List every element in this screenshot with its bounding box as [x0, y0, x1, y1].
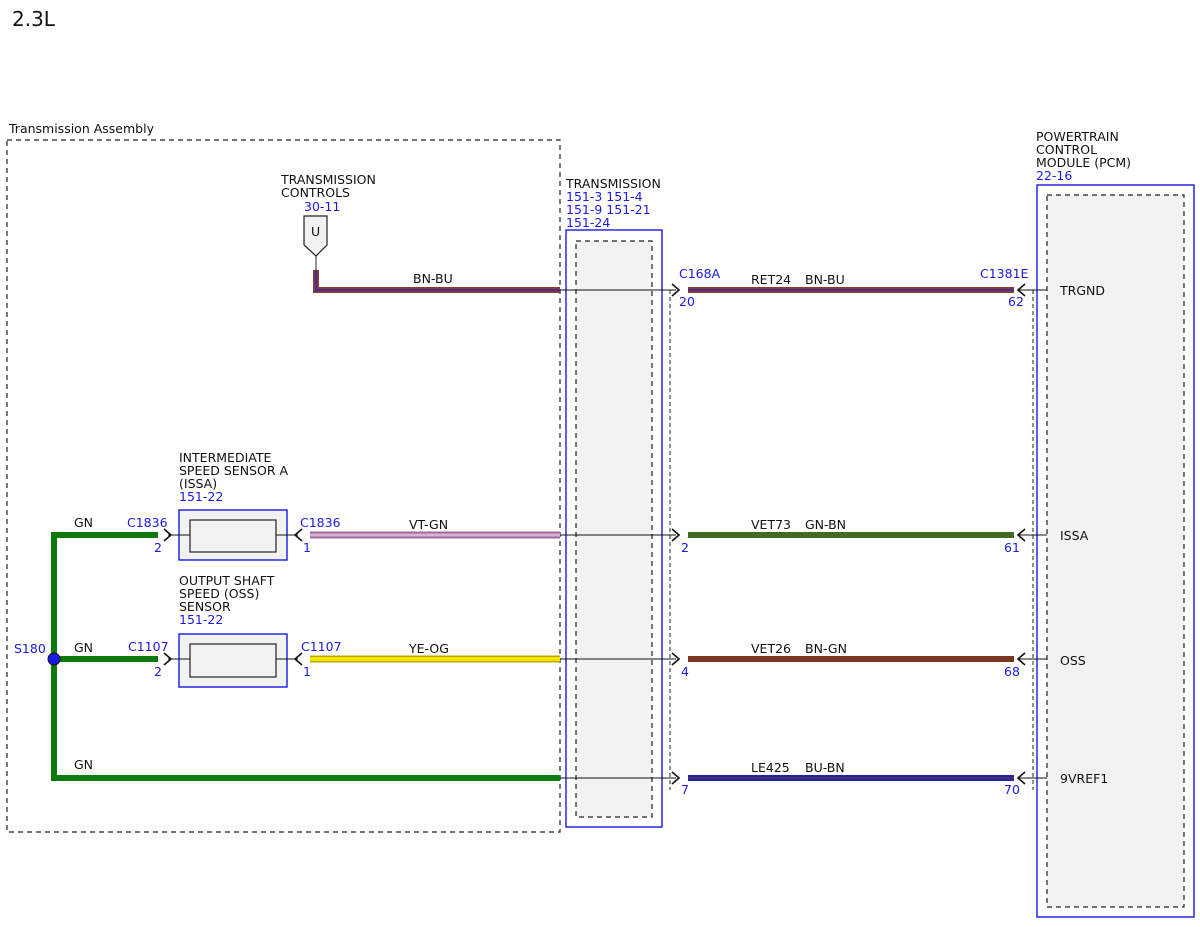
c168a-pin7: 7 — [681, 782, 689, 797]
c1107-pin1-terminal — [293, 652, 303, 666]
c1836-pin2-terminal — [163, 528, 173, 542]
transmission-controls-symbol-label: U — [311, 224, 320, 239]
vet26-circuit: VET26 — [751, 641, 791, 656]
c1836-right-pin: 1 — [303, 540, 311, 555]
pcm-signal-issa: ISSA — [1060, 528, 1089, 543]
c1107-left-label: C1107 — [128, 639, 169, 654]
c1107-pin2-terminal — [163, 652, 173, 666]
oss-sensor-ref: 151-22 — [179, 612, 223, 627]
c168a-pin2: 2 — [681, 540, 689, 555]
transmission-controls-ref: 30-11 — [304, 199, 340, 214]
transmission-connector-ref3: 151-24 — [566, 215, 610, 230]
c168a-pin4: 4 — [681, 664, 689, 679]
wiring-diagram: 2.3L Transmission Assembly TRANSMISSION … — [6, 7, 1195, 918]
vet73-circuit: VET73 — [751, 517, 791, 532]
ret24-circuit: RET24 — [751, 272, 791, 287]
c1836-left-pin: 2 — [154, 540, 162, 555]
c1107-right-pin: 1 — [303, 664, 311, 679]
pcm-signal-9vref1: 9VREF1 — [1060, 771, 1108, 786]
pcm-inner — [1046, 194, 1185, 908]
wire-bn-bu-left-label: BN-BU — [413, 271, 453, 286]
c1381e-pin68: 68 — [1004, 664, 1020, 679]
c1107-left-pin: 2 — [154, 664, 162, 679]
wire-vt-gn-label: VT-GN — [409, 517, 448, 532]
transmission-connector-inner — [575, 240, 653, 818]
vet26-color: BN-GN — [805, 641, 847, 656]
le425-circuit: LE425 — [751, 760, 790, 775]
issa-sensor-ref: 151-22 — [179, 489, 223, 504]
gn-label-oss: GN — [74, 640, 93, 655]
c1381e-pin61: 61 — [1004, 540, 1020, 555]
c168a-pin20: 20 — [679, 294, 695, 309]
c1381e-pin62: 62 — [1008, 294, 1024, 309]
c1836-left-label: C1836 — [127, 515, 168, 530]
c1381e-label: C1381E — [980, 266, 1029, 281]
gn-label-vref: GN — [74, 757, 93, 772]
pcm-ref: 22-16 — [1036, 168, 1072, 183]
c168a-label: C168A — [679, 266, 721, 281]
gn-label-issa: GN — [74, 515, 93, 530]
transmission-assembly-boundary — [6, 139, 561, 833]
c1107-right-label: C1107 — [301, 639, 342, 654]
c1381e-pin70: 70 — [1004, 782, 1020, 797]
transmission-assembly-label: Transmission Assembly — [8, 121, 155, 136]
issa-sensor-body — [189, 519, 277, 553]
ret24-color: BN-BU — [805, 272, 845, 287]
splice-s180-label: S180 — [14, 641, 46, 656]
page-title: 2.3L — [12, 7, 56, 31]
transmission-controls-line2: CONTROLS — [281, 185, 350, 200]
wire-ye-og-label: YE-OG — [408, 641, 449, 656]
c1836-right-label: C1836 — [300, 515, 341, 530]
c1836-pin1-terminal — [293, 528, 303, 542]
splice-s180 — [47, 652, 61, 666]
vet73-color: GN-BN — [805, 517, 846, 532]
pcm-signal-trgnd: TRGND — [1059, 283, 1105, 298]
oss-sensor-body — [189, 643, 277, 678]
le425-color: BU-BN — [805, 760, 845, 775]
pcm-signal-oss: OSS — [1060, 653, 1086, 668]
